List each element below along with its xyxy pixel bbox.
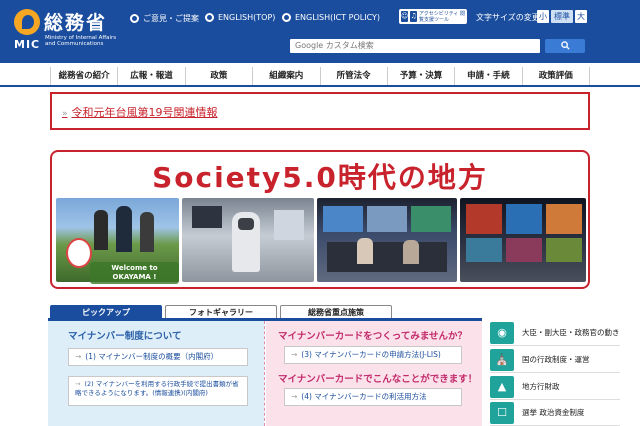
- search-button[interactable]: [545, 39, 585, 53]
- tab-pickup[interactable]: ピックアップ: [50, 305, 162, 319]
- nav-item-press[interactable]: 広報・報道: [118, 67, 186, 85]
- mynumber-overview-link[interactable]: → (1) マイナンバー制度の概要（内閣府）: [68, 348, 248, 366]
- banner-caption: Welcome to OKAYAMA !: [90, 262, 179, 284]
- typhoon-notice-link[interactable]: » 令和元年台風第19号関連情報: [62, 104, 218, 120]
- search-icon: [560, 41, 570, 50]
- arrow-right-icon: →: [291, 350, 298, 359]
- mynumber-system-heading: マイナンバー制度について: [68, 331, 182, 342]
- arrow-right-icon: →: [75, 380, 81, 388]
- nav-item-organization[interactable]: 組織案内: [253, 67, 321, 85]
- banner-photo-robot: [182, 198, 314, 282]
- logo-mic: MIC: [14, 38, 41, 51]
- building-icon: ⛪: [490, 348, 514, 371]
- arrow-right-icon: →: [75, 352, 82, 361]
- typhoon-notice-box: » 令和元年台風第19号関連情報: [50, 92, 590, 130]
- site-header: 総務省 MIC Ministry of Internal Affairs and…: [0, 0, 640, 63]
- nav-divider: [0, 85, 640, 87]
- nav-item-evaluation[interactable]: 政策評価: [523, 67, 590, 85]
- pickup-panel-left: マイナンバー制度について → (1) マイナンバー制度の概要（内閣府） → (2) …: [48, 321, 264, 426]
- banner-photo-control-room: [317, 198, 457, 282]
- sidebar-item-minister[interactable]: ◉ 大臣・副大臣・政務官の動き: [490, 320, 620, 346]
- content-tabs: ピックアップ フォトギャラリー 総務省重点施策: [50, 305, 480, 319]
- ballot-icon: ☐: [490, 401, 514, 424]
- mic-logo-icon[interactable]: [14, 9, 40, 35]
- map-icon: ▲: [490, 375, 514, 398]
- tab-key-policies[interactable]: 総務省重点施策: [280, 305, 392, 319]
- logo-title[interactable]: 総務省: [44, 8, 107, 35]
- radio-icon: [282, 13, 291, 22]
- accessibility-tool-button[interactable]: ☺ ♫ アクセシビリティ 閲覧支援ツール: [399, 9, 467, 24]
- banner-photo-monitors: [460, 198, 586, 282]
- mynumber-info-link[interactable]: → (2) マイナンバーを利用する行政手続で提出書類が省略できるようになります。(…: [68, 376, 248, 406]
- nav-item-policy[interactable]: 政策: [186, 67, 254, 85]
- nav-item-applications[interactable]: 申請・手続: [455, 67, 523, 85]
- english-ict-link[interactable]: ENGLISH(ICT POLICY): [282, 13, 380, 22]
- banner-photo-okayama: Welcome to OKAYAMA !: [56, 198, 179, 284]
- search-input[interactable]: Google カスタム検索: [290, 39, 540, 53]
- mynumber-card-heading: マイナンバーカードをつくってみませんか？: [278, 331, 468, 342]
- logo-subtitle: Ministry of Internal Affairs and Communi…: [45, 35, 117, 47]
- camera-icon: ◉: [490, 321, 514, 344]
- society5-banner[interactable]: Society5.0時代の地方 Welcome to OKAYAMA !: [50, 150, 590, 289]
- opinion-link[interactable]: ご意見・ご提案: [130, 13, 199, 24]
- tab-photo-gallery[interactable]: フォトギャラリー: [165, 305, 277, 319]
- accessibility-icon: ☺: [401, 11, 409, 22]
- nav-item-budget[interactable]: 予算・決算: [388, 67, 456, 85]
- sidebar-item-admin[interactable]: ⛪ 国の行政制度・運営: [490, 347, 620, 373]
- font-size-standard-button[interactable]: 標準: [551, 10, 573, 23]
- chevron-right-icon: »: [62, 109, 68, 119]
- font-size-large-button[interactable]: 大: [575, 10, 587, 23]
- radio-icon: [130, 14, 139, 23]
- page-root: 総務省 MIC Ministry of Internal Affairs and…: [0, 0, 640, 426]
- nav-item-laws[interactable]: 所管法令: [321, 67, 388, 85]
- mynumber-card-apply-link[interactable]: → (3) マイナンバーカードの申請方法(J-LIS): [284, 346, 462, 364]
- sidebar-item-election[interactable]: ☐ 選挙 政治資金制度: [490, 400, 620, 426]
- speaker-icon: ♫: [410, 11, 417, 22]
- pickup-panel-right: マイナンバーカードをつくってみませんか？ → (3) マイナンバーカードの申請方法…: [266, 321, 482, 426]
- radio-icon: [205, 13, 214, 22]
- mynumber-card-uses-heading: マイナンバーカードでこんなことができます！: [278, 374, 478, 385]
- nav-item-about[interactable]: 総務省の紹介: [51, 67, 119, 85]
- font-size-label: 文字サイズの変更: [476, 13, 540, 22]
- english-top-link[interactable]: ENGLISH(TOP): [205, 13, 275, 22]
- arrow-right-icon: →: [291, 392, 298, 401]
- font-size-small-button[interactable]: 小: [537, 10, 549, 23]
- mynumber-card-usage-link[interactable]: → (4) マイナンバーカードの利活用方法: [284, 388, 462, 406]
- sidebar-item-local[interactable]: ▲ 地方行財政: [490, 374, 620, 400]
- global-nav: 総務省の紹介 広報・報道 政策 組織案内 所管法令 予算・決算 申請・手続 政策…: [50, 67, 590, 85]
- banner-title: Society5.0時代の地方: [152, 161, 488, 194]
